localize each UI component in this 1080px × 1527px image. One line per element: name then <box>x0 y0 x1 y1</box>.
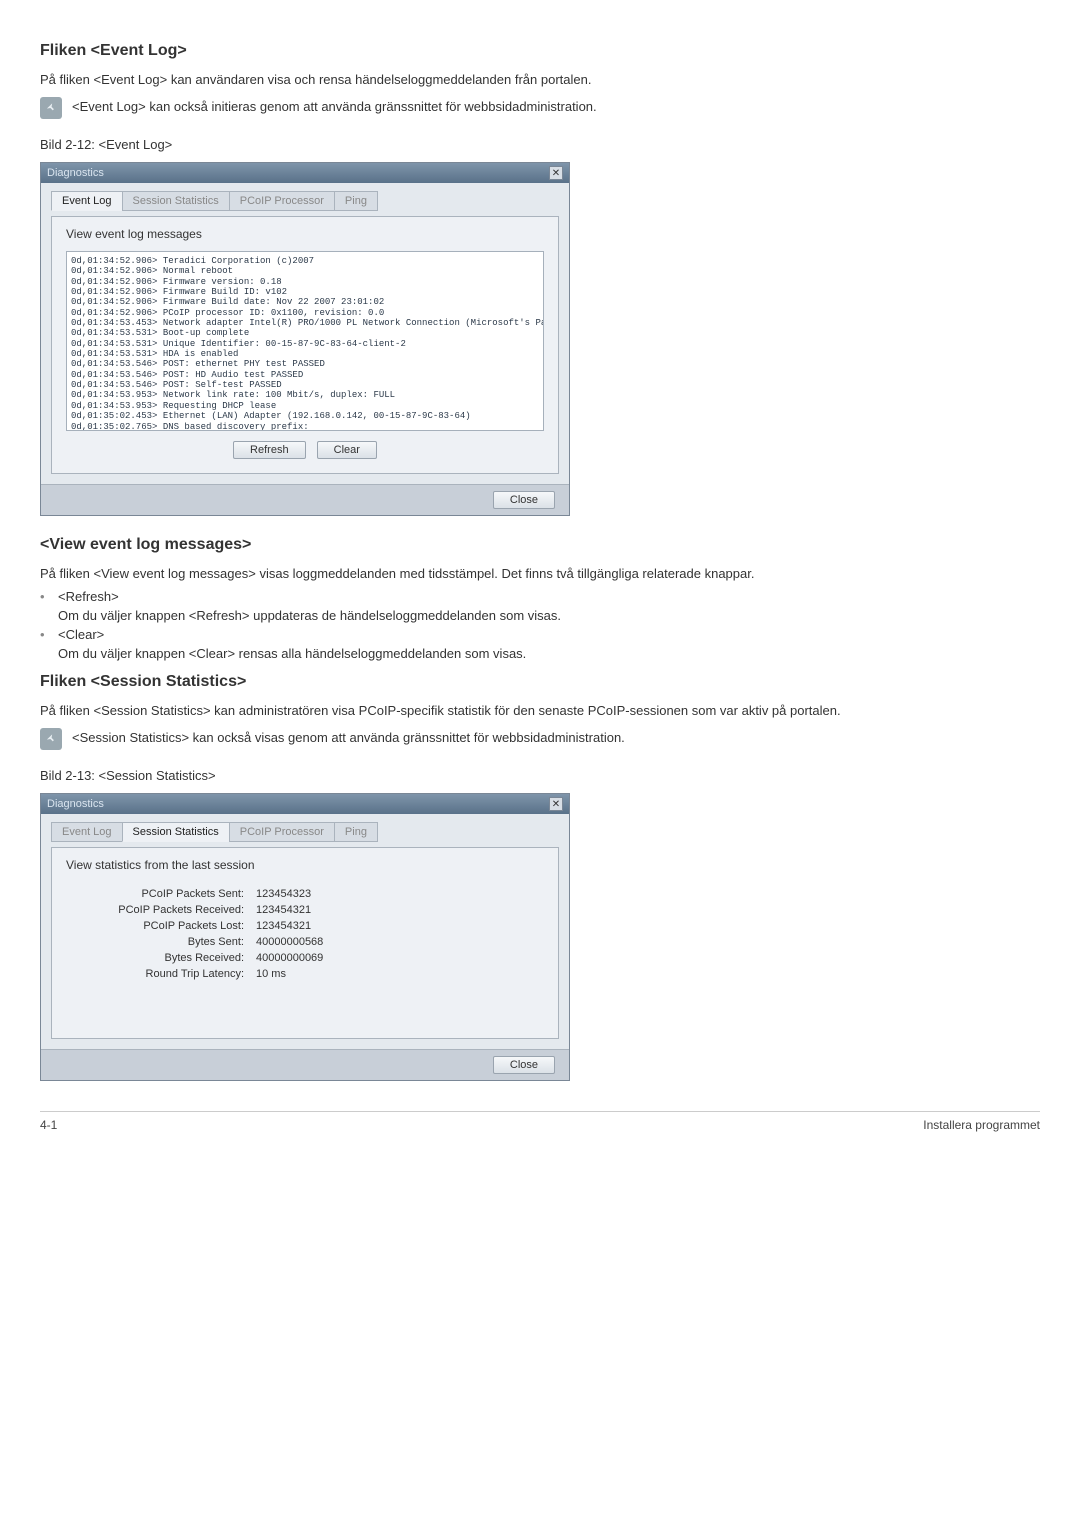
bullet-icon: • <box>40 589 58 623</box>
list-item-desc: Om du väljer knappen <Clear> rensas alla… <box>58 646 1040 661</box>
tab-event-log[interactable]: Event Log <box>51 822 123 842</box>
diagnostics-dialog-2: Diagnostics ✕ Event Log Session Statisti… <box>40 793 570 1081</box>
stats-row: Bytes Sent: 40000000568 <box>66 936 544 948</box>
stats-row: PCoIP Packets Received: 123454321 <box>66 904 544 916</box>
section3-intro: På fliken <Session Statistics> kan admin… <box>40 703 1040 718</box>
stats-row: PCoIP Packets Sent: 123454323 <box>66 888 544 900</box>
list-item: • <Clear> Om du väljer knappen <Clear> r… <box>40 627 1040 661</box>
pin-icon <box>44 732 58 746</box>
section1-intro: På fliken <Event Log> kan användaren vis… <box>40 72 1040 87</box>
dialog1-title: Diagnostics <box>47 167 104 179</box>
dialog2-title: Diagnostics <box>47 798 104 810</box>
tab-pcoip-processor[interactable]: PCoIP Processor <box>229 191 335 211</box>
list-item-label: <Refresh> <box>58 589 1040 604</box>
dialog2-close-footer-button[interactable]: Close <box>493 1056 555 1074</box>
dialog2-tab-content: View statistics from the last session PC… <box>51 847 559 1039</box>
footer-page-number: 4-1 <box>40 1118 57 1132</box>
section-heading-session-statistics: Fliken <Session Statistics> <box>40 673 1040 691</box>
list-item-desc: Om du väljer knappen <Refresh> uppdatera… <box>58 608 1040 623</box>
tab-ping[interactable]: Ping <box>334 822 378 842</box>
tab-ping[interactable]: Ping <box>334 191 378 211</box>
list-item-label: <Clear> <box>58 627 1040 642</box>
event-log-textarea[interactable]: 0d,01:34:52.906> Teradici Corporation (c… <box>66 251 544 431</box>
stats-block: PCoIP Packets Sent: 123454323 PCoIP Pack… <box>66 882 544 1024</box>
dialog2-content-label: View statistics from the last session <box>66 858 544 872</box>
tab-session-statistics[interactable]: Session Statistics <box>122 191 230 211</box>
stats-row: PCoIP Packets Lost: 123454321 <box>66 920 544 932</box>
section2-list: • <Refresh> Om du väljer knappen <Refres… <box>40 589 1040 661</box>
dialog1-close-button[interactable]: ✕ <box>549 166 563 180</box>
stats-value: 40000000069 <box>256 952 323 964</box>
stats-value: 123454321 <box>256 904 311 916</box>
dialog1-content-label: View event log messages <box>66 227 544 241</box>
figure-caption-2: Bild 2-13: <Session Statistics> <box>40 768 1040 783</box>
note-icon <box>40 728 62 750</box>
dialog1-tab-content: View event log messages 0d,01:34:52.906>… <box>51 216 559 474</box>
section-heading-view-event-log: <View event log messages> <box>40 536 1040 554</box>
stats-label: PCoIP Packets Lost: <box>66 920 256 932</box>
dialog2-tabs: Event Log Session Statistics PCoIP Proce… <box>51 822 559 842</box>
stats-value: 10 ms <box>256 968 286 980</box>
dialog2-close-button[interactable]: ✕ <box>549 797 563 811</box>
dialog1-close-footer-button[interactable]: Close <box>493 491 555 509</box>
stats-label: PCoIP Packets Received: <box>66 904 256 916</box>
figure-caption-1: Bild 2-12: <Event Log> <box>40 137 1040 152</box>
tab-session-statistics[interactable]: Session Statistics <box>122 822 230 842</box>
dialog1-titlebar: Diagnostics ✕ <box>41 163 569 183</box>
stats-value: 40000000568 <box>256 936 323 948</box>
clear-button[interactable]: Clear <box>317 441 377 459</box>
note-block-1: <Event Log> kan också initieras genom at… <box>40 97 1040 119</box>
tab-event-log[interactable]: Event Log <box>51 191 123 211</box>
section2-intro: På fliken <View event log messages> visa… <box>40 566 1040 581</box>
footer-section-title: Installera programmet <box>923 1118 1040 1132</box>
stats-label: Bytes Received: <box>66 952 256 964</box>
pin-icon <box>44 101 58 115</box>
bullet-icon: • <box>40 627 58 661</box>
dialog1-tabs: Event Log Session Statistics PCoIP Proce… <box>51 191 559 211</box>
diagnostics-dialog-1: Diagnostics ✕ Event Log Session Statisti… <box>40 162 570 516</box>
dialog2-titlebar: Diagnostics ✕ <box>41 794 569 814</box>
footer-divider <box>40 1111 1040 1112</box>
close-icon: ✕ <box>552 799 560 810</box>
list-item: • <Refresh> Om du väljer knappen <Refres… <box>40 589 1040 623</box>
note-icon <box>40 97 62 119</box>
close-icon: ✕ <box>552 168 560 179</box>
stats-row: Bytes Received: 40000000069 <box>66 952 544 964</box>
section-heading-event-log: Fliken <Event Log> <box>40 42 1040 60</box>
stats-label: Round Trip Latency: <box>66 968 256 980</box>
stats-row: Round Trip Latency: 10 ms <box>66 968 544 980</box>
page-footer: 4-1 Installera programmet <box>40 1118 1040 1132</box>
note-block-2: <Session Statistics> kan också visas gen… <box>40 728 1040 750</box>
note2-text: <Session Statistics> kan också visas gen… <box>72 728 625 745</box>
tab-pcoip-processor[interactable]: PCoIP Processor <box>229 822 335 842</box>
stats-value: 123454321 <box>256 920 311 932</box>
note1-text: <Event Log> kan också initieras genom at… <box>72 97 597 114</box>
refresh-button[interactable]: Refresh <box>233 441 306 459</box>
stats-label: Bytes Sent: <box>66 936 256 948</box>
stats-label: PCoIP Packets Sent: <box>66 888 256 900</box>
stats-value: 123454323 <box>256 888 311 900</box>
